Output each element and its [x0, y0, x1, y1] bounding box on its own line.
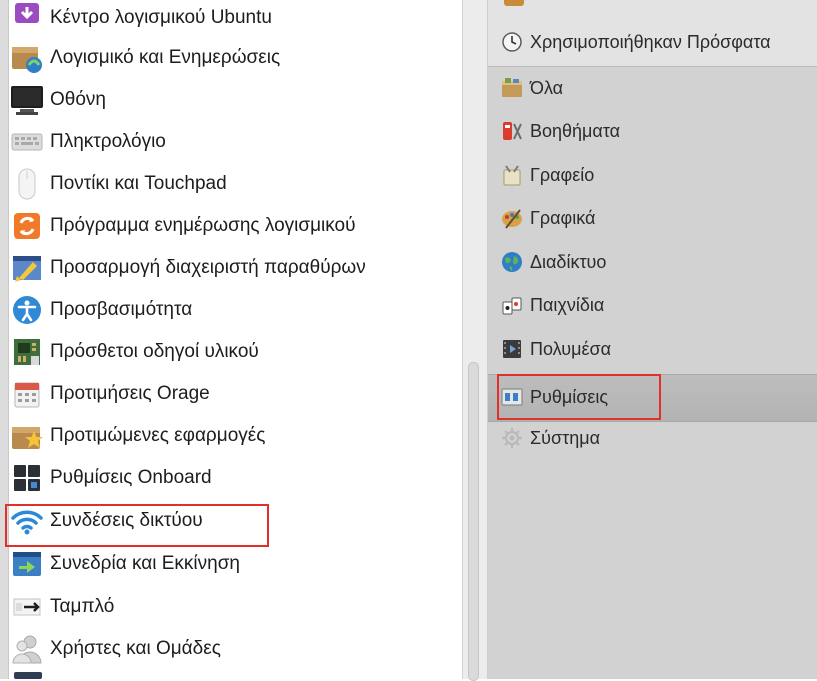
left-border-line [8, 0, 9, 679]
keyboard-icon [10, 125, 44, 159]
category-label: Διαδίκτυο [530, 251, 607, 272]
category-settings[interactable]: Ρυθμίσεις [500, 381, 608, 413]
app-item-display[interactable]: Οθόνη [10, 82, 106, 118]
app-item-onboard-settings[interactable]: Ρυθμίσεις Onboard [10, 460, 212, 496]
app-item-orage-preferences[interactable]: Προτιμήσεις Orage [10, 376, 210, 412]
internet-globe-icon [500, 250, 524, 274]
app-item-accessibility[interactable]: Προσβασιμότητα [10, 292, 192, 328]
app-label: Χρήστες και Ομάδες [50, 638, 221, 659]
calendar-icon [10, 377, 44, 411]
display-icon [10, 83, 44, 117]
app-label: Οθόνη [50, 89, 106, 110]
category-label: Γραφικά [530, 207, 596, 228]
scrollbar-thumb[interactable] [468, 362, 479, 681]
category-recently-used[interactable]: Χρησιμοποιήθηκαν Πρόσφατα [500, 26, 771, 58]
category-label: Χρησιμοποιήθηκαν Πρόσφατα [530, 31, 771, 52]
categories-pane: Χρησιμοποιήθηκαν Πρόσφατα Όλα Βοηθήματα … [488, 0, 817, 679]
category-label: Σύστημα [530, 427, 600, 448]
category-label: Όλα [530, 77, 564, 98]
graphics-palette-icon [500, 206, 524, 230]
wifi-icon [10, 504, 44, 538]
onboard-keyboard-icon [10, 461, 44, 495]
app-label: Προσαρμογή διαχειριστή παραθύρων [50, 257, 366, 278]
category-label: Βοηθήματα [530, 120, 621, 141]
settings-icon [500, 385, 524, 409]
app-item-window-manager-tweaks[interactable]: Προσαρμογή διαχειριστή παραθύρων [10, 250, 366, 286]
app-item-network-connections[interactable]: Συνδέσεις δικτύου [10, 503, 203, 539]
next-item-icon [14, 672, 42, 679]
app-item-software-updates[interactable]: Λογισμικό και Ενημερώσεις [10, 40, 280, 76]
app-label: Πρόγραμμα ενημέρωσης λογισμικού [50, 215, 356, 236]
app-label: Συνεδρία και Εκκίνηση [50, 553, 240, 574]
category-label: Παιχνίδια [530, 294, 605, 315]
app-label: Ρυθμίσεις Onboard [50, 467, 212, 488]
users-groups-icon [10, 632, 44, 666]
panel-icon [10, 590, 44, 624]
additional-drivers-icon [10, 335, 44, 369]
preferred-applications-icon [10, 419, 44, 453]
accessibility-icon [10, 293, 44, 327]
category-accessories[interactable]: Βοηθήματα [500, 115, 620, 147]
left-border [0, 0, 8, 679]
games-icon [500, 293, 524, 317]
all-folder-icon [500, 76, 524, 100]
app-label: Προσβασιμότητα [50, 299, 193, 320]
applications-list: Κέντρο λογισμικού Ubuntu Λογισμικό και Ε… [0, 0, 462, 679]
app-label: Πρόσθετοι οδηγοί υλικού [50, 341, 259, 362]
software-updater-icon [10, 209, 44, 243]
recent-clock-icon [500, 30, 524, 54]
app-label: Προτιμώμενες εφαρμογές [50, 425, 266, 446]
category-games[interactable]: Παιχνίδια [500, 289, 604, 321]
app-item-mouse-touchpad[interactable]: Ποντίκι και Touchpad [10, 166, 227, 202]
app-label: Ποντίκι και Touchpad [50, 173, 227, 194]
app-label: Προτιμήσεις Orage [50, 383, 210, 404]
category-graphics[interactable]: Γραφικά [500, 202, 595, 234]
session-startup-icon [10, 547, 44, 581]
app-item-users-groups[interactable]: Χρήστες και Ομάδες [10, 631, 221, 667]
mouse-icon [10, 167, 44, 201]
window-manager-tweaks-icon [10, 251, 44, 285]
category-multimedia[interactable]: Πολυμέσα [500, 333, 611, 365]
system-gear-icon [500, 426, 524, 450]
app-label: Κέντρο λογισμικού Ubuntu [50, 7, 272, 28]
category-internet[interactable]: Διαδίκτυο [500, 246, 606, 278]
category-label: Ρυθμίσεις [530, 386, 609, 407]
category-all[interactable]: Όλα [500, 72, 563, 104]
app-label: Πληκτρολόγιο [50, 131, 166, 152]
category-office[interactable]: Γραφείο [500, 159, 594, 191]
app-item-keyboard[interactable]: Πληκτρολόγιο [10, 124, 166, 160]
app-item-preferred-applications[interactable]: Προτιμώμενες εφαρμογές [10, 418, 265, 454]
app-label: Λογισμικό και Ενημερώσεις [50, 47, 281, 68]
multimedia-icon [500, 337, 524, 361]
app-item-ubuntu-software-center[interactable]: Κέντρο λογισμικού Ubuntu [10, 0, 272, 36]
app-item-session-startup[interactable]: Συνεδρία και Εκκίνηση [10, 546, 240, 582]
category-label: Πολυμέσα [530, 338, 611, 359]
app-item-additional-drivers[interactable]: Πρόσθετοι οδηγοί υλικού [10, 334, 259, 370]
app-label: Συνδέσεις δικτύου [50, 510, 203, 531]
category-label: Γραφείο [530, 164, 595, 185]
app-label: Ταμπλό [50, 596, 115, 617]
partial-top-icon [504, 0, 524, 6]
office-icon [500, 163, 524, 187]
category-system[interactable]: Σύστημα [500, 422, 600, 454]
app-item-panel[interactable]: Ταμπλό [10, 589, 114, 625]
accessories-icon [500, 119, 524, 143]
app-item-software-updater[interactable]: Πρόγραμμα ενημέρωσης λογισμικού [10, 208, 356, 244]
software-updates-icon [10, 41, 44, 75]
ubuntu-software-center-icon [10, 1, 44, 35]
